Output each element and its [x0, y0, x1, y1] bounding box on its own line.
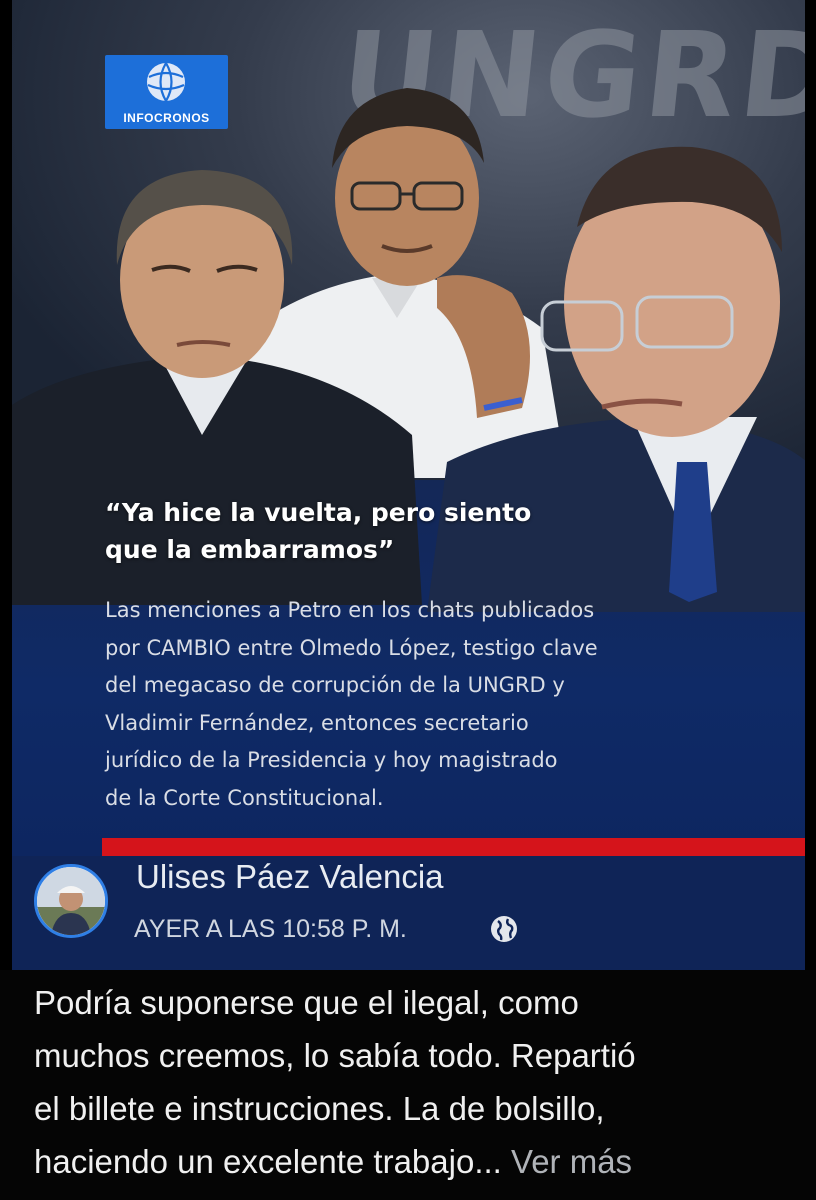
globe-logo-icon	[147, 62, 185, 102]
post-header: Ulises Páez Valencia AYER A LAS 10:58 P.…	[12, 856, 805, 970]
headline-quote: “Ya hice la vuelta, pero siento que la e…	[105, 498, 532, 564]
author-name[interactable]: Ulises Páez Valencia	[136, 856, 444, 898]
post-body: Podría suponerse que el ilegal, como muc…	[0, 970, 816, 1200]
news-graphic-image[interactable]: UNGRD INFOCRONOS “Ya hice la vuelta, per…	[12, 0, 805, 858]
logo-text: INFOCRONOS	[123, 111, 210, 125]
post-text: Podría suponerse que el ilegal, como muc…	[34, 976, 794, 1188]
see-more-link[interactable]: Ver más	[511, 1143, 632, 1180]
graphic-summary: Las menciones a Petro en los chats publi…	[105, 598, 598, 810]
accent-divider	[102, 838, 805, 856]
infocronos-logo: INFOCRONOS	[105, 55, 228, 129]
post-timestamp[interactable]: AYER A LAS 10:58 P. M.	[134, 912, 407, 946]
avatar[interactable]	[34, 864, 108, 938]
globe-icon	[491, 916, 517, 942]
